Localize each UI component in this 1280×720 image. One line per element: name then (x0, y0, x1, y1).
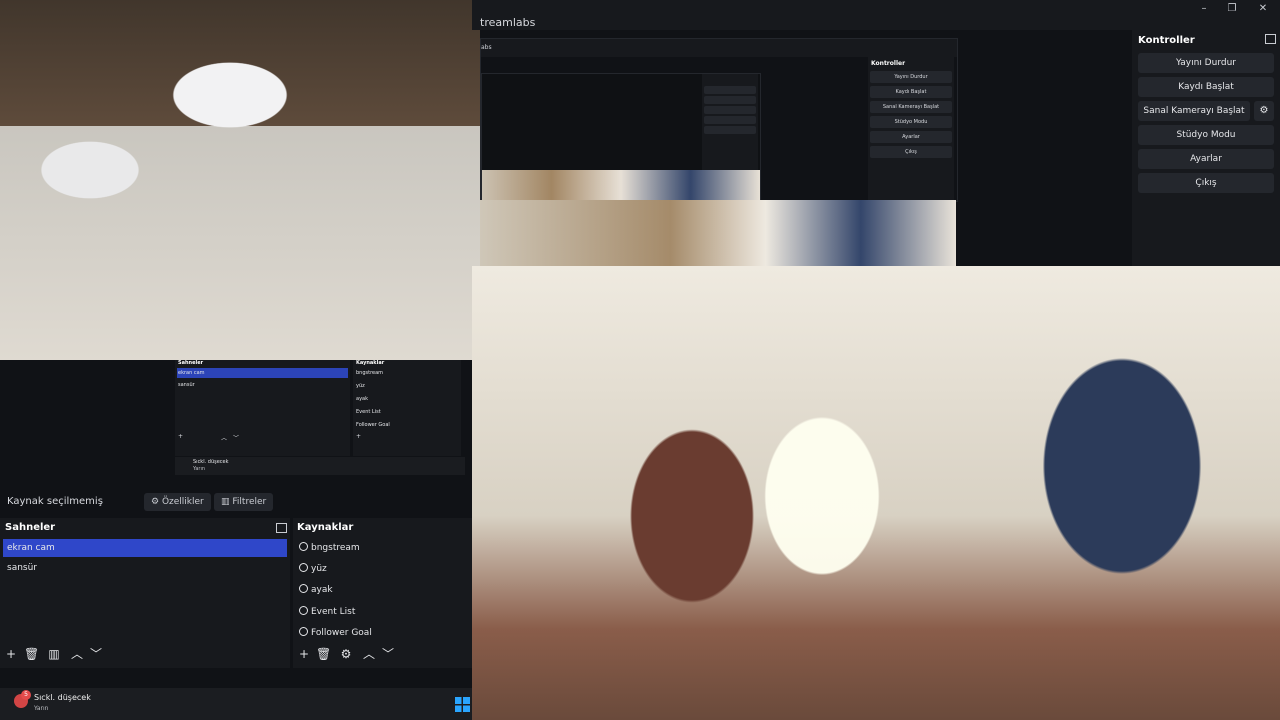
add-scene-icon[interactable]: + (4, 647, 18, 661)
mini-sources-title: Kaynaklar (356, 360, 385, 366)
exit-button[interactable]: Çıkış (1138, 173, 1274, 193)
scenes-title: Sahneler (5, 522, 56, 533)
globe-icon (299, 627, 308, 636)
nested-preview-level2 (481, 73, 761, 203)
mini-scene-item: ekran cam (178, 370, 205, 376)
nested-ctrl-level2 (704, 86, 756, 94)
mini-scenes-dock: Sahneler ekran cam sansür + ︿ ﹀ (175, 360, 350, 456)
start-recording-button[interactable]: Kaydı Başlat (1138, 77, 1274, 97)
sources-title: Kaynaklar (297, 522, 354, 533)
minimize-button[interactable]: – (1196, 2, 1212, 16)
camera-icon (299, 563, 308, 572)
remove-source-icon[interactable]: 🗑 (316, 647, 331, 661)
mini-up-icon: ︿ (221, 435, 228, 442)
nested-ctrl: Yayını Durdur (870, 71, 952, 83)
nested-titlebar (481, 39, 957, 57)
source-item[interactable]: yüz (299, 563, 327, 574)
source-label: Event List (311, 607, 356, 617)
virtual-cam-settings-gear-icon[interactable]: ⚙ (1254, 101, 1274, 121)
preview-top-gap (480, 30, 956, 38)
mini-scene-item: sansür (178, 382, 195, 388)
notification-subtitle: Yarın (34, 705, 49, 712)
camera-icon (299, 542, 308, 551)
source-label: yüz (311, 564, 327, 574)
properties-label: Özellikler (161, 497, 204, 507)
mini-preview: Sahneler ekran cam sansür + ︿ ﹀ Kaynakla… (0, 360, 472, 485)
sources-dock: Kaynaklar bngstream yüz ayak Event List … (293, 518, 472, 668)
nested-preview: abs Kontroller Yayını Durdur Kaydı Başla… (480, 38, 958, 203)
webcam-room-feed (472, 266, 1280, 720)
camera-icon (299, 584, 308, 593)
nested-ctrl-level2 (704, 96, 756, 104)
controls-title: Kontroller (1138, 35, 1195, 46)
properties-button[interactable]: ⚙ Özellikler (144, 493, 211, 511)
mini-scenes-title: Sahneler (178, 360, 204, 366)
scene-filter-icon[interactable]: ▥ (47, 647, 61, 661)
undock-icon[interactable] (276, 523, 287, 533)
nested-ctrl: Kaydı Başlat (870, 86, 952, 98)
webcam-feet-feed (0, 0, 480, 360)
source-item[interactable]: Follower Goal (299, 627, 372, 638)
webcam-room-strip (480, 200, 956, 266)
mini-notif-sub: Yarın (193, 466, 206, 472)
close-button[interactable]: ✕ (1255, 2, 1271, 16)
stop-stream-button[interactable]: Yayını Durdur (1138, 53, 1274, 73)
source-item[interactable]: bngstream (299, 542, 360, 553)
notification-badge: 5 (21, 690, 31, 700)
source-label: ayak (311, 585, 333, 595)
app-titlebar (472, 0, 1280, 30)
mini-notif-title: Sıckl. düşecek (193, 459, 229, 465)
mini-source-item: ayak (356, 396, 368, 402)
nested-ctrl: Stüdyo Modu (870, 116, 952, 128)
nested-controls-title: Kontroller (871, 60, 906, 67)
mini-source-item: Event List (356, 409, 381, 415)
nested-controls-panel: Kontroller Yayını Durdur Kaydı Başlat Sa… (868, 57, 954, 201)
source-item[interactable]: ayak (299, 584, 333, 595)
nested-ctrl: Çıkış (870, 146, 952, 158)
nested-ctrl-level2 (704, 106, 756, 114)
mini-source-item: bngstream (356, 370, 384, 376)
source-item[interactable]: Event List (299, 606, 355, 617)
move-up-icon[interactable]: ︿ (70, 647, 84, 661)
mini-sources-dock: Kaynaklar bngstream yüz ayak Event List … (353, 360, 461, 456)
mini-add-icon: + (178, 433, 184, 440)
move-up-icon[interactable]: ︿ (362, 647, 376, 661)
no-source-label: Kaynak seçilmemiş (7, 496, 103, 507)
gear-icon: ⚙ (151, 497, 160, 507)
maximize-button[interactable]: ❐ (1224, 2, 1240, 16)
source-label: Follower Goal (311, 628, 372, 638)
mini-source-item: Follower Goal (356, 422, 390, 428)
scene-item-sansur[interactable]: sansür (3, 559, 287, 577)
filters-button[interactable]: ▥ Filtreler (214, 493, 274, 511)
notification-title: Sıckl. düşecek (34, 693, 91, 702)
move-down-icon[interactable]: ﹀ (89, 647, 103, 661)
mini-add-icon: + (356, 433, 362, 440)
scenes-dock: Sahneler ekran cam sansür + 🗑 ▥ ︿ ﹀ (0, 518, 290, 668)
filter-icon: ▥ (221, 497, 230, 507)
mini-taskbar: Sıckl. düşecek Yarın (175, 457, 465, 475)
nested-title: abs (481, 44, 492, 51)
mini-source-item: yüz (356, 383, 365, 389)
globe-icon (299, 606, 308, 615)
source-label: bngstream (311, 543, 360, 553)
app-title: treamlabs (480, 16, 536, 29)
nested-ctrl: Sanal Kamerayı Başlat (870, 101, 952, 113)
remove-scene-icon[interactable]: 🗑 (24, 647, 39, 661)
nested-ctrl-level2 (704, 126, 756, 134)
undock-icon[interactable] (1265, 34, 1276, 44)
filters-label: Filtreler (232, 497, 267, 507)
studio-mode-button[interactable]: Stüdyo Modu (1138, 125, 1274, 145)
scene-item-ekran-cam[interactable]: ekran cam (3, 539, 287, 557)
nested-ctrl-level2 (704, 116, 756, 124)
source-settings-gear-icon[interactable]: ⚙ (339, 647, 353, 661)
mini-down-icon: ﹀ (233, 435, 240, 442)
move-down-icon[interactable]: ﹀ (381, 647, 395, 661)
settings-button[interactable]: Ayarlar (1138, 149, 1274, 169)
nested-ctrl: Ayarlar (870, 131, 952, 143)
preview-dark-area (956, 30, 1132, 266)
add-source-icon[interactable]: + (297, 647, 311, 661)
windows-start-icon[interactable] (455, 697, 470, 712)
nested-cam-strip (482, 170, 760, 202)
start-virtual-cam-button[interactable]: Sanal Kamerayı Başlat (1138, 101, 1250, 121)
